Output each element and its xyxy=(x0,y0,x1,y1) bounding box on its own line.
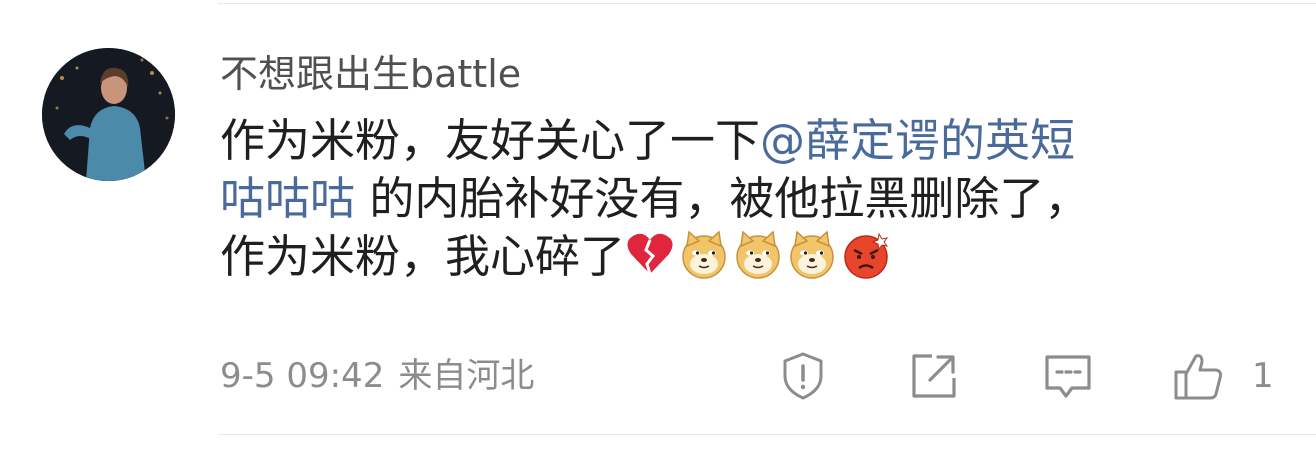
content-line-2: 咕咕咕 的内胎补好没有，被他拉黑删除了， xyxy=(220,170,1280,228)
like-count: 1 xyxy=(1252,356,1274,396)
username[interactable]: 不想跟出生battle xyxy=(220,50,521,98)
avatar-image xyxy=(42,48,175,181)
mention-link-continued[interactable]: 咕咕咕 xyxy=(220,172,355,225)
angry-emoji-icon xyxy=(841,230,891,280)
thumbs-up-icon xyxy=(1174,354,1222,400)
bottom-divider xyxy=(218,434,1316,435)
doge-emoji-icon xyxy=(733,230,783,280)
content-text: 的内胎补好没有，被他拉黑删除了， xyxy=(355,172,1090,225)
shield-alert-icon xyxy=(783,352,823,400)
broken-heart-icon xyxy=(625,230,675,280)
repost-button[interactable] xyxy=(908,350,960,402)
comment-icon xyxy=(1045,355,1091,398)
comment-time: 9-5 09:42 xyxy=(220,356,385,396)
comment-meta: 9-5 09:42 来自河北 xyxy=(220,354,534,398)
comment-location: 来自河北 xyxy=(398,356,535,396)
avatar[interactable] xyxy=(42,48,175,181)
mention-link[interactable]: @薛定谔的英短 xyxy=(760,114,1075,167)
like-button[interactable] xyxy=(1172,350,1224,402)
doge-emoji-icon xyxy=(679,230,729,280)
content-text: 作为米粉，我心碎了 xyxy=(220,230,626,283)
top-divider xyxy=(218,3,1316,4)
comment-button[interactable] xyxy=(1042,350,1094,402)
doge-emoji-icon xyxy=(787,230,837,280)
report-button[interactable] xyxy=(777,350,829,402)
content-text: 作为米粉，友好关心了一下 xyxy=(220,114,761,167)
content-line-1: 作为米粉，友好关心了一下@薛定谔的英短 xyxy=(220,112,1280,170)
share-icon xyxy=(912,354,956,398)
comment-content: 作为米粉，友好关心了一下@薛定谔的英短 咕咕咕 的内胎补好没有，被他拉黑删除了，… xyxy=(220,112,1280,286)
content-line-3: 作为米粉，我心碎了 xyxy=(220,228,1280,286)
